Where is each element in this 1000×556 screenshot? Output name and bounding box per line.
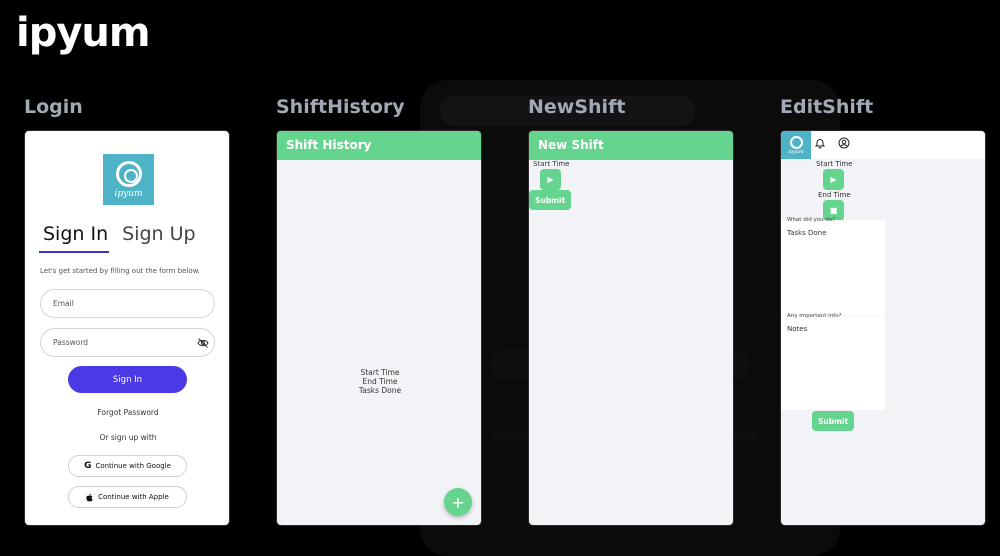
spiral-icon bbox=[789, 135, 803, 149]
important-info-label: Any important info? bbox=[787, 313, 842, 319]
tab-sign-in[interactable]: Sign In bbox=[41, 223, 110, 249]
play-icon: ▶ bbox=[830, 175, 837, 184]
screen-label-login: Login bbox=[24, 96, 83, 118]
submit-button[interactable]: Submit bbox=[812, 411, 854, 431]
auth-tabs: Sign In Sign Up bbox=[41, 223, 198, 249]
google-icon: G bbox=[84, 461, 92, 471]
app-logo: ipyum bbox=[103, 154, 154, 205]
screen-label-shifthistory: ShiftHistory bbox=[276, 96, 405, 118]
forgot-password-link[interactable]: Forgot Password bbox=[25, 408, 229, 417]
tasks-done-field[interactable]: What did you do? Tasks Done bbox=[781, 217, 885, 315]
intro-text: Let's get started by filling out the for… bbox=[40, 267, 201, 275]
tasks-done-label: Tasks Done bbox=[358, 386, 402, 395]
logo-text: ipyum bbox=[114, 188, 143, 199]
notes-field[interactable]: Any important info? Notes bbox=[781, 313, 885, 410]
notes-text: Notes bbox=[787, 325, 808, 333]
password-placeholder: Password bbox=[53, 338, 89, 347]
eye-off-icon[interactable] bbox=[197, 337, 209, 349]
submit-button[interactable]: Submit bbox=[529, 190, 571, 210]
start-timer-button[interactable]: ▶ bbox=[823, 169, 844, 190]
email-field[interactable]: Email bbox=[40, 289, 215, 318]
start-timer-button[interactable]: ▶ bbox=[540, 169, 561, 190]
end-time-label: End Time bbox=[362, 377, 398, 386]
google-button-label: Continue with Google bbox=[95, 462, 171, 470]
start-time-label: Start Time bbox=[360, 368, 400, 377]
screen-label-newshift: NewShift bbox=[528, 96, 626, 118]
or-sign-up-text: Or sign up with bbox=[99, 433, 157, 442]
google-signin-button[interactable]: G Continue with Google bbox=[68, 455, 187, 477]
apple-signin-button[interactable]: Continue with Apple bbox=[68, 486, 187, 508]
apple-icon bbox=[86, 493, 93, 501]
login-screen: ipyum Sign In Sign Up Let's get started … bbox=[24, 130, 230, 526]
screen-label-editshift: EditShift bbox=[780, 96, 874, 118]
new-shift-screen: New Shift Start Time ▶ Submit bbox=[528, 130, 734, 526]
new-shift-header: New Shift bbox=[529, 131, 733, 160]
start-time-label: Start Time bbox=[533, 160, 570, 168]
app-logo[interactable]: ipyum bbox=[781, 131, 811, 159]
play-icon: ▶ bbox=[547, 175, 554, 184]
shift-history-header: Shift History bbox=[277, 131, 481, 160]
bell-icon[interactable] bbox=[814, 137, 826, 149]
active-tab-indicator bbox=[39, 251, 109, 253]
shift-history-screen: Shift History Start Time End Time Tasks … bbox=[276, 130, 482, 526]
spiral-icon bbox=[115, 160, 142, 187]
end-time-label: End Time bbox=[818, 191, 851, 199]
stop-icon: ■ bbox=[829, 206, 838, 215]
sign-in-button[interactable]: Sign In bbox=[68, 366, 187, 393]
add-shift-button[interactable]: + bbox=[444, 488, 472, 516]
password-field[interactable]: Password bbox=[40, 328, 215, 357]
account-icon[interactable] bbox=[838, 137, 850, 149]
tasks-done-text: Tasks Done bbox=[787, 229, 827, 237]
start-time-label: Start Time bbox=[816, 160, 853, 168]
edit-shift-topbar: ipyum bbox=[781, 131, 985, 159]
brand-title: ipyum bbox=[16, 10, 151, 56]
apple-button-label: Continue with Apple bbox=[98, 493, 169, 501]
logo-text: ipyum bbox=[788, 148, 804, 155]
tab-sign-up[interactable]: Sign Up bbox=[120, 223, 197, 249]
what-did-you-do-label: What did you do? bbox=[787, 217, 836, 223]
edit-shift-screen: ipyum Start Time ▶ End Time ■ What did y… bbox=[780, 130, 986, 526]
